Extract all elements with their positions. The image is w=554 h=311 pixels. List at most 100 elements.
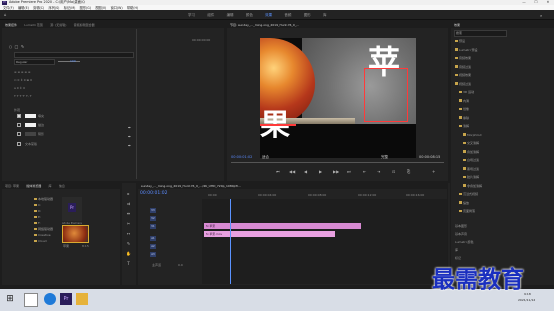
shadow-color-swatch[interactable] (25, 132, 36, 136)
panel-link-item[interactable]: Lumetri 颜色 (455, 240, 474, 244)
pen-mask-icon[interactable]: ✎ (20, 44, 25, 49)
slip-tool-icon[interactable]: ↔ (126, 231, 131, 236)
workspace-tab-learn[interactable]: 学习 (188, 12, 195, 18)
effects-tree-item[interactable]: 缩放 (459, 201, 469, 205)
effects-tree-item[interactable]: 沉浸式视频 (459, 192, 478, 196)
hand-tool-icon[interactable]: ✋ (126, 251, 131, 256)
button-editor-button[interactable]: + (432, 169, 435, 174)
clock-date[interactable]: 2021/11/12 (518, 298, 535, 302)
folder-tree-item[interactable]: C: (34, 203, 41, 207)
workspace-tab-libraries[interactable]: 库 (323, 12, 327, 18)
effects-tree-item[interactable]: 内滑 (459, 99, 469, 103)
folder-tree-item[interactable]: Cloud (34, 239, 47, 243)
track-target-chip[interactable]: V3 (150, 208, 156, 213)
search-box[interactable] (24, 293, 38, 307)
windows-start-icon[interactable]: ⊞ (4, 293, 16, 305)
effects-tree-item[interactable]: 溶解 (459, 124, 469, 128)
effects-tree-item[interactable]: 页面剥落 (459, 209, 475, 213)
shadow-checkbox[interactable] (17, 132, 21, 136)
kerning-icons[interactable]: ⇔ 0 ⇕ 0 ⊞ 0 (14, 78, 32, 82)
font-size-slider[interactable] (58, 61, 80, 62)
rectangle-mask-icon[interactable]: □ (14, 44, 19, 49)
font-size-value[interactable]: 100 (70, 59, 76, 63)
track-target-chip[interactable]: A2 (150, 244, 156, 249)
tracking-icons[interactable]: a 0 ↕ 0 (14, 86, 25, 90)
stroke-checkbox[interactable] (17, 123, 21, 127)
track-target-chip[interactable]: V1 (150, 224, 156, 229)
stroke-color-swatch[interactable] (25, 123, 36, 127)
step-back-frame-button[interactable]: ◀ (304, 169, 307, 174)
effects-tree-item[interactable]: 叠加溶解 (463, 150, 479, 154)
title-char-2[interactable]: 果 (260, 110, 290, 142)
effects-tree-item[interactable]: 黑场过渡 (463, 167, 479, 171)
playhead-scrubber[interactable] (231, 162, 444, 163)
effects-tree-item[interactable]: 视频过渡 (455, 82, 471, 86)
go-to-out-button[interactable]: ⏭ (347, 169, 351, 174)
effects-tree-item[interactable]: 擦除 (459, 116, 469, 120)
step-forward-frame-button[interactable]: ▶▶ (333, 169, 339, 174)
effects-tree-item[interactable]: 3D 运动 (459, 90, 474, 94)
tab-libraries[interactable]: 库 (49, 183, 52, 189)
clock-time[interactable]: 9:18 (524, 292, 531, 296)
track-target-chip[interactable]: V2 (150, 216, 156, 221)
font-family-select[interactable] (14, 52, 134, 58)
tab-effect-controls[interactable]: 效果控件 (5, 22, 17, 28)
effects-tree-item[interactable]: 音频效果 (455, 56, 471, 60)
video-clip-v1[interactable]: fx 苹果.mov (204, 231, 335, 237)
play-button[interactable]: ▶ (319, 169, 322, 174)
go-to-in-button[interactable]: ◀◀ (289, 169, 295, 174)
effects-tree-item[interactable]: Lumetri 预设 (455, 48, 478, 52)
font-style-select[interactable]: Regular (14, 59, 55, 65)
premiere-file-thumbnail[interactable]: Pr (62, 197, 82, 221)
premiere-taskbar-icon[interactable]: Pr (60, 293, 72, 305)
tab-lumetri-scopes[interactable]: Lumetri 范围 (24, 22, 43, 28)
razor-tool-icon[interactable]: ✂ (126, 221, 131, 226)
folder-tree-item[interactable]: 网络驱动器 (34, 227, 53, 231)
type-tool-icon[interactable]: T (126, 261, 131, 266)
video-clip-v2[interactable]: fx 苹果 (204, 223, 361, 229)
ripple-edit-tool-icon[interactable]: ⇹ (126, 211, 131, 216)
track-target-chip[interactable]: A3 (150, 252, 156, 257)
fill-checkbox[interactable] (17, 114, 21, 118)
track-select-tool-icon[interactable]: ⇉ (126, 201, 131, 206)
folder-tree-item[interactable]: 本地驱动器 (34, 197, 53, 201)
clip-thumbnail[interactable] (62, 225, 89, 243)
tab-sequence[interactable]: sunday_..._ming.ong_2019_Hunt.Y6_0_.../4… (141, 183, 241, 189)
folder-tree-item[interactable]: F: (34, 221, 41, 225)
tab-program[interactable]: 节目: sunday_..._ming.ong_2019_Hunt.Y6_0_.… (230, 22, 299, 28)
align-icons[interactable]: ≡ ≡ ≡ ≡ ≡ (14, 70, 30, 74)
extract-button[interactable]: ⇥ (377, 169, 380, 174)
track-target-chip[interactable]: A1 (150, 236, 156, 241)
quality-dropdown[interactable]: 完整 (381, 155, 388, 160)
effects-tree-item[interactable]: 交叉溶解 (463, 141, 479, 145)
eyedropper-icon[interactable]: ✒ (127, 125, 132, 130)
video-canvas[interactable]: 苹 果 (260, 38, 416, 158)
effects-tree-item[interactable]: 胶片溶解 (463, 175, 479, 179)
folder-tree-item[interactable]: E: (34, 215, 41, 219)
workspace-tab-audio[interactable]: 音频 (284, 12, 291, 18)
eyedropper-icon[interactable]: ✒ (127, 134, 132, 139)
fit-dropdown[interactable]: 适合 (262, 155, 269, 160)
workspace-tab-effects[interactable]: 效果 (265, 12, 272, 18)
effects-tree-item[interactable]: 白场过渡 (463, 158, 479, 162)
selection-tool-icon[interactable]: ▸ (126, 191, 131, 196)
search-icon[interactable]: ⌕ (540, 13, 542, 18)
effects-tree-item[interactable]: 预设 (455, 39, 465, 43)
workspace-tab-editing[interactable]: 编辑 (227, 12, 234, 18)
ellipse-mask-icon[interactable]: ○ (8, 44, 13, 49)
playhead-line[interactable] (230, 199, 231, 284)
pen-tool-icon[interactable]: ✎ (126, 241, 131, 246)
file-explorer-icon[interactable] (76, 293, 88, 305)
step-back-button[interactable]: ⏮ (276, 169, 280, 174)
lift-button[interactable]: ⇤ (363, 169, 366, 174)
effects-tree-item[interactable]: 划像 (459, 107, 469, 111)
fill-color-swatch[interactable] (25, 114, 36, 118)
tab-effects[interactable]: 效果 (454, 22, 460, 28)
folder-tree-item[interactable]: D: (34, 209, 41, 213)
home-icon[interactable]: ⌂ (4, 13, 9, 17)
comparison-view-button[interactable]: ⎘ (407, 169, 410, 174)
tab-project[interactable]: 项目: 苹果 (5, 183, 19, 189)
timeline-timecode[interactable]: 00:00:01:02 (140, 191, 167, 196)
folder-tree-item[interactable]: Creative (34, 233, 51, 237)
workspace-tab-assembly[interactable]: 组件 (207, 12, 214, 18)
